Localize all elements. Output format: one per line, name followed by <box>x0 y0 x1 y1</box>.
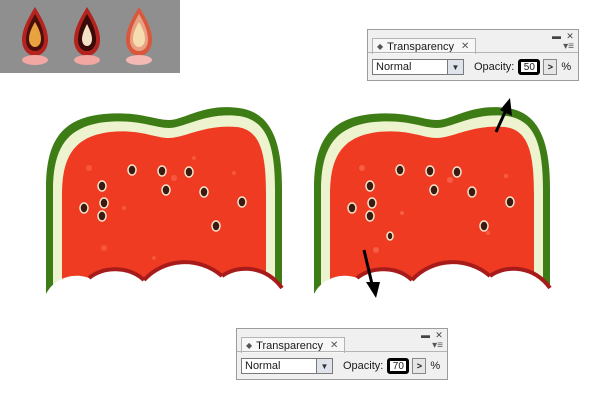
minimize-icon[interactable]: ▬ <box>421 330 430 339</box>
tab-toggle-icon[interactable]: ◆ <box>377 42 383 51</box>
tab-label: Transparency <box>256 339 323 352</box>
dark-drop-icon <box>22 7 48 65</box>
opacity-input[interactable]: 50 <box>518 59 541 75</box>
opacity-slider-toggle-button[interactable]: > <box>543 59 558 75</box>
transparency-panel-top: ▬ ✕ ◆ Transparency ✕ ▾≡ Normal ▼ Opacity… <box>367 29 579 81</box>
opacity-row: Normal ▼ Opacity: 70 > % <box>241 357 443 375</box>
close-icon[interactable]: ✕ <box>435 330 443 339</box>
tab-divider <box>368 52 578 53</box>
opacity-row: Normal ▼ Opacity: 50 > % <box>372 58 574 76</box>
minimize-icon[interactable]: ▬ <box>552 31 561 40</box>
tab-divider <box>237 351 447 352</box>
watermelon-slice-right <box>314 107 552 303</box>
tab-close-icon[interactable]: ✕ <box>461 41 469 52</box>
tab-toggle-icon[interactable]: ◆ <box>246 341 252 350</box>
swatch-thumbnail-strip <box>0 0 180 73</box>
opacity-label: Opacity: <box>343 360 384 372</box>
watermelon-slice-left <box>46 107 284 303</box>
panel-menu-icon[interactable]: ▾≡ <box>563 41 574 52</box>
opacity-label: Opacity: <box>474 61 515 73</box>
blend-mode-select[interactable]: Normal ▼ <box>372 59 464 75</box>
opacity-input[interactable]: 70 <box>387 358 410 374</box>
opacity-slider-toggle-button[interactable]: > <box>412 358 427 374</box>
panel-window-controls: ▬ ✕ <box>552 31 574 40</box>
percent-sign: % <box>430 360 441 372</box>
tab-label: Transparency <box>387 40 454 53</box>
blend-mode-value: Normal <box>245 360 281 372</box>
close-icon[interactable]: ✕ <box>566 31 574 40</box>
chevron-down-icon[interactable]: ▼ <box>447 60 463 74</box>
opacity-value: 50 <box>523 61 535 73</box>
chevron-down-icon[interactable]: ▼ <box>316 359 332 373</box>
dark-drop-icon <box>74 7 100 65</box>
panel-menu-icon[interactable]: ▾≡ <box>432 340 443 351</box>
opacity-value: 70 <box>392 360 404 372</box>
blend-mode-value: Normal <box>376 61 412 73</box>
blend-mode-select[interactable]: Normal ▼ <box>241 358 333 374</box>
light-drop-icon <box>126 7 152 65</box>
percent-sign: % <box>561 61 572 73</box>
transparency-panel-bottom: ▬ ✕ ◆ Transparency ✕ ▾≡ Normal ▼ Opacity… <box>236 328 448 380</box>
tab-close-icon[interactable]: ✕ <box>330 340 338 351</box>
panel-window-controls: ▬ ✕ <box>421 330 443 339</box>
